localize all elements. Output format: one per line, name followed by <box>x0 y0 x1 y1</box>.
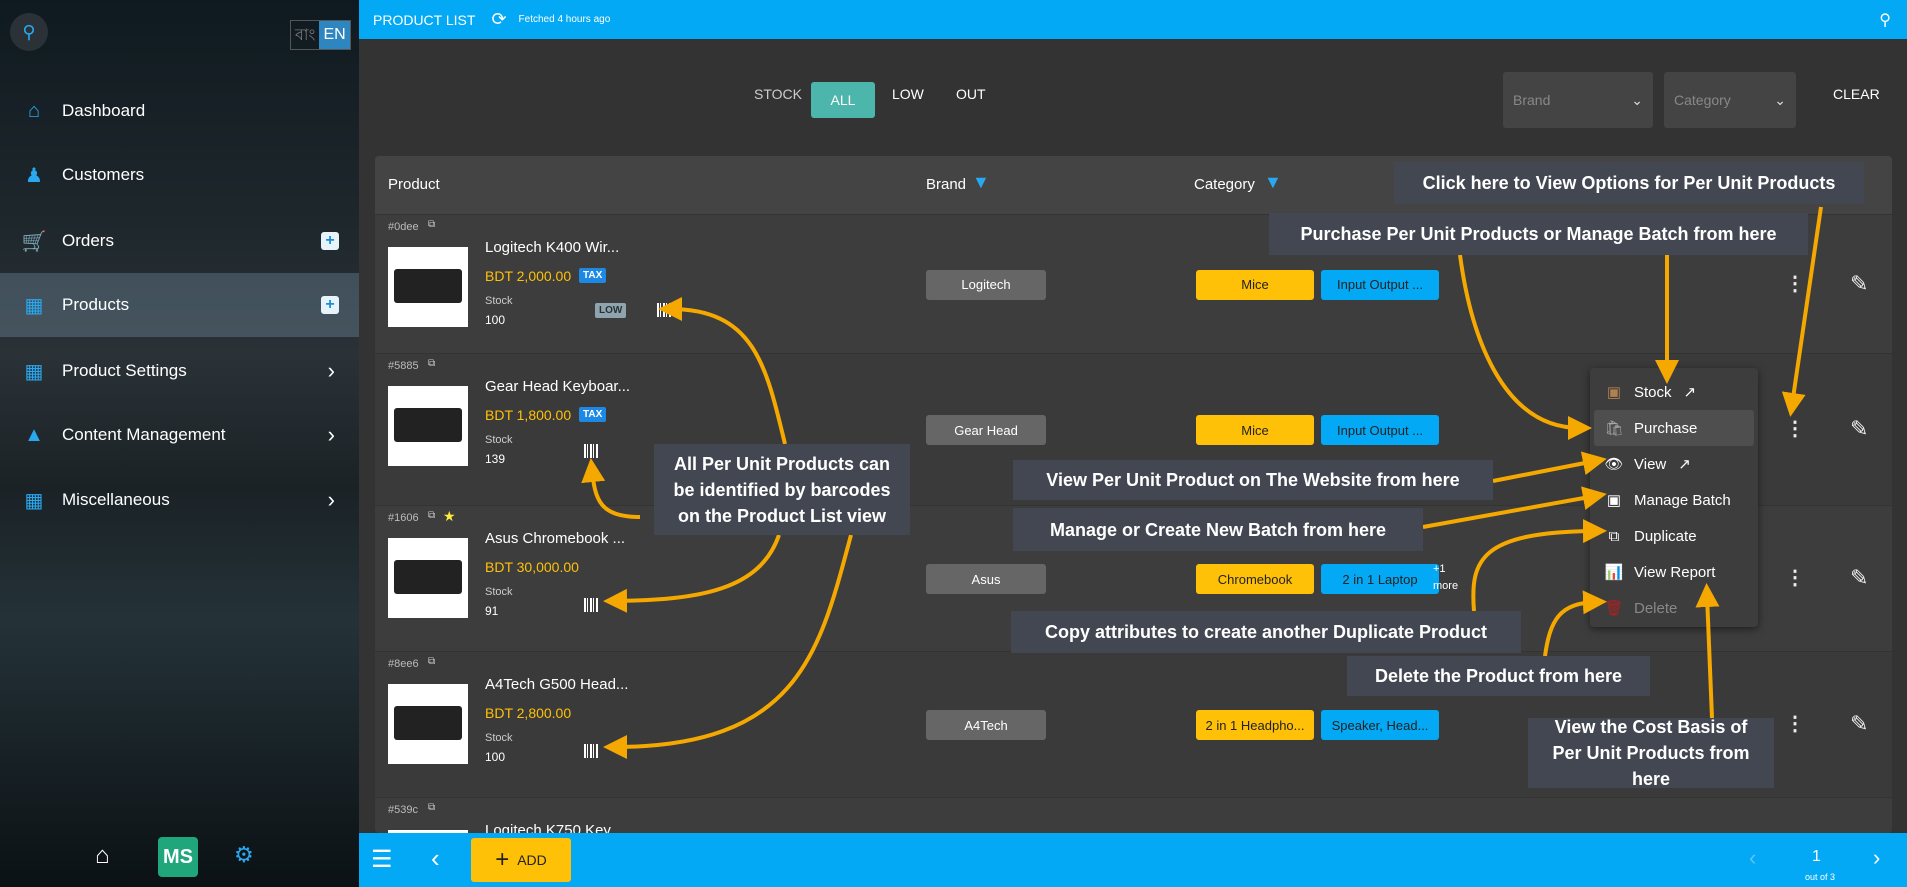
annotation-barcodes: All Per Unit Products can be identified … <box>654 444 910 535</box>
arrow <box>603 534 781 613</box>
annotation-view: View Per Unit Product on The Website fro… <box>1013 460 1493 500</box>
prev-page-icon[interactable]: ‹ <box>1749 845 1756 871</box>
arrow <box>1458 254 1592 440</box>
annotation-view-options: Click here to View Options for Per Unit … <box>1394 162 1864 204</box>
arrow <box>581 458 641 519</box>
arrow <box>658 297 787 445</box>
annotation-report: View the Cost Basis of Per Unit Products… <box>1528 717 1774 789</box>
arrow <box>603 534 853 759</box>
back-chevron-icon[interactable]: ‹ <box>431 843 440 874</box>
menu-hamburger-icon[interactable]: ☰ <box>371 845 393 874</box>
annotation-delete: Delete the Product from here <box>1347 656 1650 696</box>
annotation-manage-batch: Manage or Create New Batch from here <box>1013 508 1423 551</box>
bottom-bar: ☰ ‹ + ADD ‹ 1 out of 3 › <box>359 833 1907 887</box>
arrow <box>1422 486 1607 529</box>
page-count: out of 3 <box>1805 872 1836 882</box>
arrow <box>1492 451 1607 483</box>
annotation-duplicate: Copy attributes to create another Duplic… <box>1011 611 1521 653</box>
add-label: ADD <box>517 852 547 868</box>
annotation-purchase: Purchase Per Unit Products or Manage Bat… <box>1269 213 1808 255</box>
arrow <box>1543 590 1607 657</box>
page-number: 1 <box>1812 848 1821 865</box>
add-button[interactable]: + ADD <box>471 838 571 882</box>
plus-icon: + <box>495 846 510 873</box>
arrow <box>1471 519 1607 612</box>
arrow <box>1695 583 1720 719</box>
next-page-icon[interactable]: › <box>1873 845 1880 871</box>
